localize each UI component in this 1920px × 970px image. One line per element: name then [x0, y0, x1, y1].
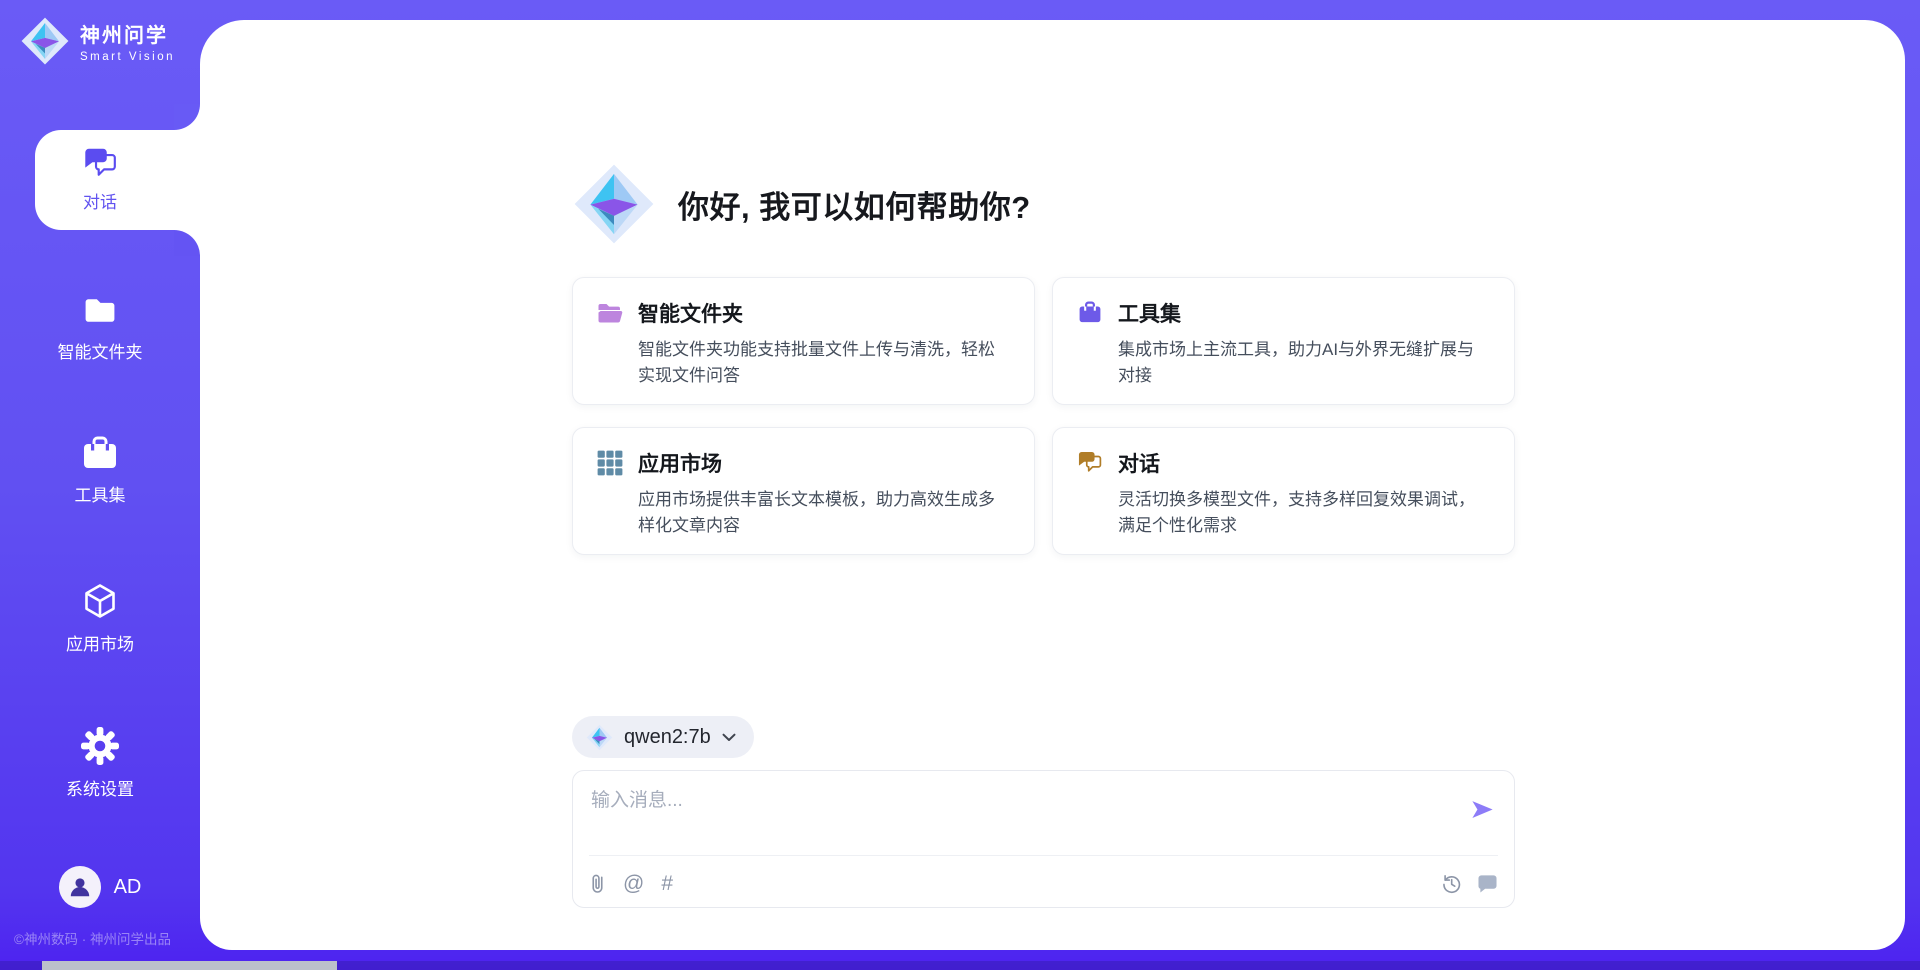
sidebar-item-label: 对话: [83, 188, 117, 213]
user-name: AD: [114, 876, 142, 899]
grid-icon: [597, 450, 623, 476]
model-diamond-icon: [586, 724, 613, 751]
composer-tools-right: [1441, 873, 1498, 894]
card-chat[interactable]: 对话 灵活切换多模型文件，支持多样回复效果调试，满足个性化需求: [1052, 427, 1515, 555]
chat-bubbles-icon: [1077, 450, 1103, 476]
brand-diamond-icon: [20, 16, 70, 66]
horizontal-scrollbar-thumb[interactable]: [42, 961, 337, 970]
app-root: { "app": { "brand_name": "神州问学", "brand_…: [0, 0, 1920, 970]
avatar: [59, 866, 101, 908]
send-button[interactable]: [1466, 793, 1498, 825]
history-button[interactable]: [1441, 873, 1462, 894]
model-selector[interactable]: qwen2:7b: [572, 716, 754, 758]
main-panel: 你好, 我可以如何帮助你? 智能文件夹 智能文件夹功能支持批量文件上传与清洗，轻…: [200, 20, 1905, 950]
card-app-market[interactable]: 应用市场 应用市场提供丰富长文本模板，助力高效生成多样化文章内容: [572, 427, 1035, 555]
sidebar-item-toolset[interactable]: 工具集: [0, 436, 200, 506]
model-name: qwen2:7b: [624, 726, 711, 749]
message-input[interactable]: [591, 785, 1436, 845]
card-title: 应用市场: [638, 448, 722, 478]
card-toolset[interactable]: 工具集 集成市场上主流工具，助力AI与外界无缝扩展与对接: [1052, 277, 1515, 405]
cube-icon: [80, 581, 120, 621]
card-title: 工具集: [1118, 298, 1181, 328]
sidebar-item-app-market[interactable]: 应用市场: [0, 581, 200, 655]
card-description: 应用市场提供丰富长文本模板，助力高效生成多样化文章内容: [638, 487, 1010, 538]
history-icon: [1441, 873, 1462, 894]
sidebar-item-label: 系统设置: [66, 775, 134, 800]
chat-bubbles-icon: [82, 147, 119, 181]
person-icon: [67, 874, 93, 900]
sidebar-item-label: 应用市场: [66, 630, 134, 655]
chevron-down-icon: [722, 733, 736, 742]
card-title: 智能文件夹: [638, 298, 743, 328]
brand-name: 神州问学: [80, 19, 175, 48]
greeting: 你好, 我可以如何帮助你?: [572, 162, 1031, 246]
folder-open-icon: [597, 300, 623, 326]
mention-button[interactable]: @: [623, 873, 644, 894]
card-description: 灵活切换多模型文件，支持多样回复效果调试，满足个性化需求: [1118, 487, 1490, 538]
topic-button[interactable]: #: [661, 873, 673, 894]
at-icon: @: [623, 873, 644, 894]
card-smart-folder[interactable]: 智能文件夹 智能文件夹功能支持批量文件上传与清洗，轻松实现文件问答: [572, 277, 1035, 405]
tab-fillet-top: [174, 104, 200, 130]
user-profile[interactable]: AD: [0, 866, 200, 908]
folder-icon: [80, 293, 120, 329]
brand-tagline: Smart Vision: [80, 51, 175, 63]
toolbox-icon: [1077, 300, 1103, 326]
tab-fillet-bottom: [174, 230, 200, 256]
composer: @ #: [572, 770, 1515, 908]
greeting-diamond-icon: [572, 162, 656, 246]
composer-toolbar: @ #: [589, 866, 1498, 900]
send-icon: [1469, 796, 1496, 823]
gear-icon: [80, 726, 120, 766]
feedback-button[interactable]: [1477, 874, 1498, 893]
card-description: 集成市场上主流工具，助力AI与外界无缝扩展与对接: [1118, 337, 1490, 388]
hash-icon: #: [661, 873, 673, 894]
attach-button[interactable]: [589, 872, 606, 895]
greeting-text: 你好, 我可以如何帮助你?: [678, 182, 1031, 227]
composer-divider: [589, 855, 1498, 856]
card-title: 对话: [1118, 448, 1160, 478]
sidebar-item-smart-folder[interactable]: 智能文件夹: [0, 293, 200, 363]
app-logo: 神州问学 Smart Vision: [20, 16, 175, 66]
composer-tools-left: @ #: [589, 872, 673, 895]
sidebar-item-label: 智能文件夹: [58, 338, 143, 363]
horizontal-scrollbar: [0, 961, 1920, 970]
copyright: ©神州数码 · 神州问学出品: [14, 928, 171, 948]
sidebar-item-label: 工具集: [75, 481, 126, 506]
paperclip-icon: [589, 872, 606, 895]
toolbox-icon: [80, 436, 120, 472]
sidebar-item-settings[interactable]: 系统设置: [0, 726, 200, 800]
chat-bubble-icon: [1477, 874, 1498, 893]
card-description: 智能文件夹功能支持批量文件上传与清洗，轻松实现文件问答: [638, 337, 1010, 388]
sidebar: 神州问学 Smart Vision 对话 智能文件夹 工具集: [0, 0, 200, 970]
sidebar-item-chat[interactable]: 对话: [35, 130, 200, 230]
feature-cards: 智能文件夹 智能文件夹功能支持批量文件上传与清洗，轻松实现文件问答 工具集 集成…: [572, 277, 1515, 555]
